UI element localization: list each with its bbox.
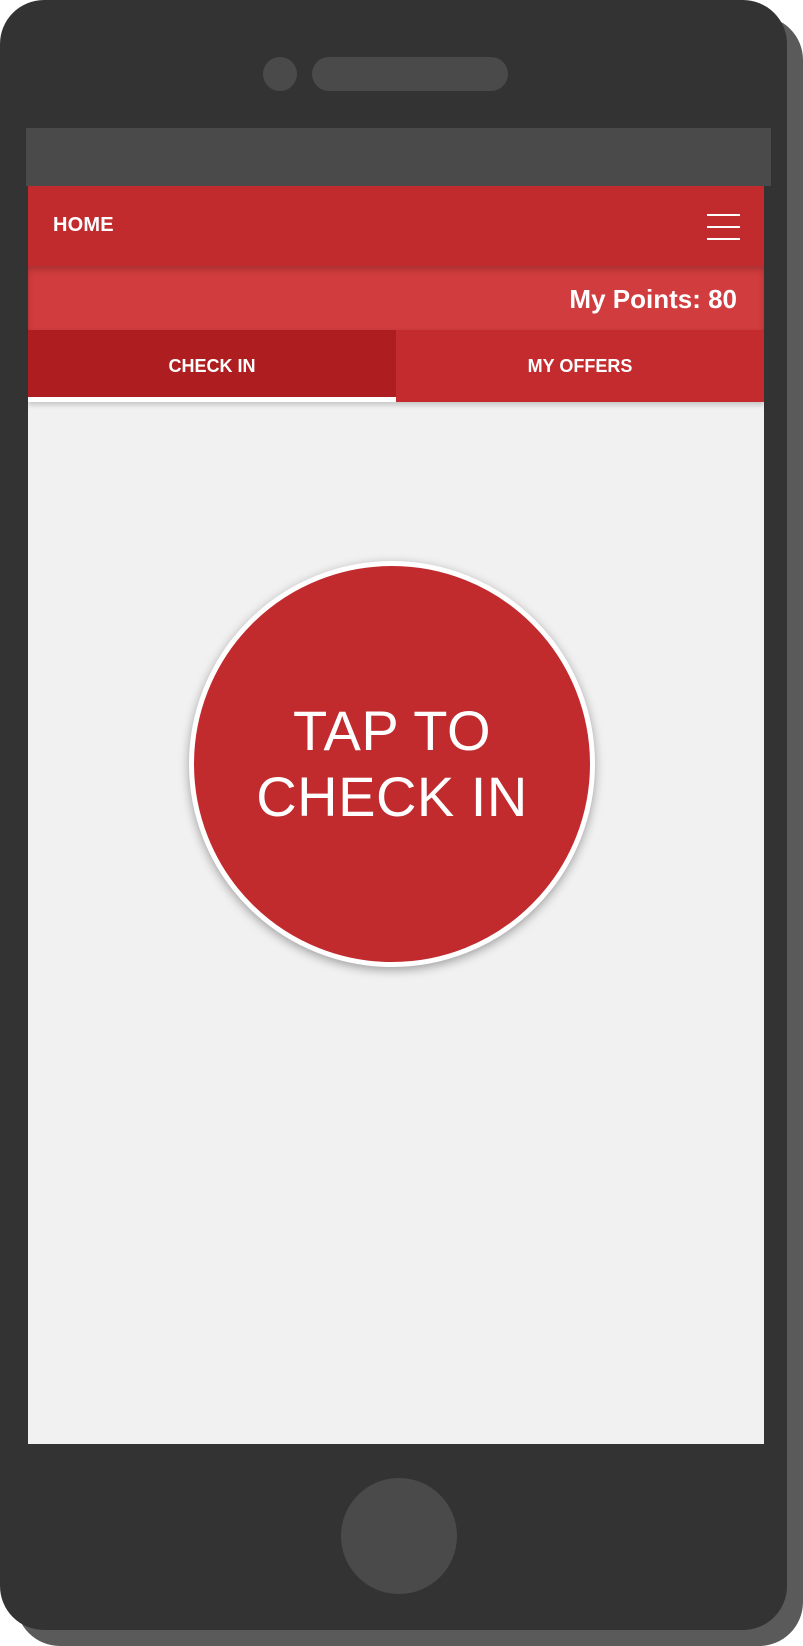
- app-screen: HOME My Points: 80 CHECK IN MY OFFERS TA…: [28, 186, 764, 1444]
- phone-frame: HOME My Points: 80 CHECK IN MY OFFERS TA…: [0, 0, 787, 1630]
- menu-bar-line: [707, 238, 740, 240]
- tab-check-in-label: CHECK IN: [168, 355, 256, 376]
- check-in-button-line-1: TAP TO: [292, 699, 492, 762]
- speaker-grille: [312, 57, 508, 91]
- menu-bar-line: [707, 214, 740, 216]
- my-points-label: My Points: 80: [569, 284, 737, 314]
- tap-to-check-in-button[interactable]: TAP TO CHECK IN: [189, 561, 595, 967]
- app-bar: HOME: [28, 186, 764, 266]
- menu-bar-line: [707, 226, 740, 228]
- tab-selected-indicator: [28, 397, 396, 402]
- tab-my-offers-label: MY OFFERS: [527, 355, 633, 376]
- status-bar: [26, 128, 771, 186]
- device-home-button[interactable]: [341, 1478, 457, 1594]
- check-in-button-line-2: CHECK IN: [256, 765, 528, 828]
- page-title: HOME: [53, 214, 114, 236]
- tab-my-offers[interactable]: MY OFFERS: [396, 330, 764, 402]
- tab-check-in[interactable]: CHECK IN: [28, 330, 396, 402]
- hamburger-menu-icon[interactable]: [707, 212, 740, 242]
- camera-icon: [263, 57, 297, 91]
- points-bar: My Points: 80: [28, 266, 764, 330]
- tab-bar: CHECK IN MY OFFERS: [28, 330, 764, 402]
